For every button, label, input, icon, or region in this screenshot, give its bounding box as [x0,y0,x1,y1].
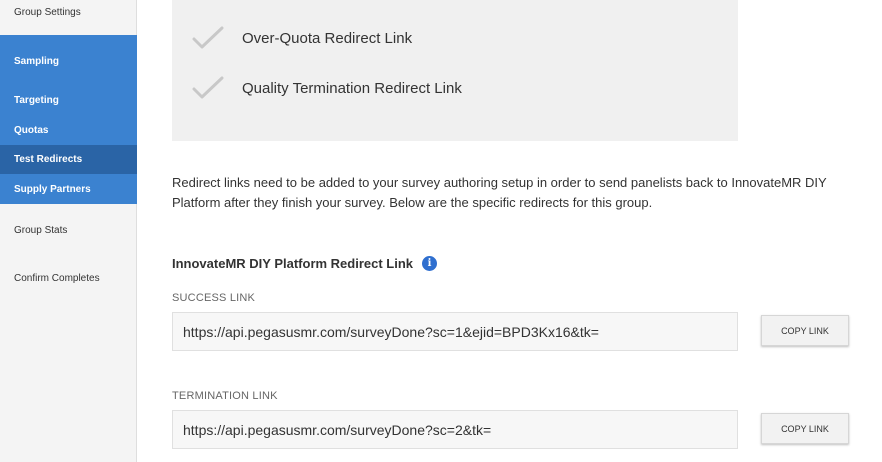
sidebar-item-label: Targeting [14,94,59,106]
sidebar-item-group-stats[interactable]: Group Stats [0,216,137,244]
checkmark-icon [192,76,224,99]
sidebar-item-quotas[interactable]: Quotas [0,116,137,144]
termination-link-label: TERMINATION LINK [172,390,278,402]
sidebar-item-label: Confirm Completes [14,272,100,284]
info-icon[interactable]: i [422,256,438,271]
redirect-description: Redirect links need to be added to your … [172,175,827,210]
termination-link-input[interactable] [172,410,738,449]
copy-termination-link-button[interactable]: COPY LINK [761,413,849,444]
sidebar: Group Settings Sampling Targeting Quotas… [0,0,137,462]
redirect-checklist: Over-Quota Redirect Link Quality Termina… [172,0,738,141]
copy-success-link-button[interactable]: COPY LINK [761,315,849,346]
checkmark-icon [192,26,224,49]
sidebar-item-label: Supply Partners [14,183,91,195]
sidebar-item-sampling[interactable]: Sampling [0,46,137,76]
sidebar-item-supply-partners[interactable]: Supply Partners [0,175,137,203]
success-link-input[interactable] [172,312,738,351]
checklist-item: Quality Termination Redirect Link [172,76,462,100]
checklist-item-label: Quality Termination Redirect Link [242,79,462,97]
sidebar-item-label: Group Settings [14,6,81,18]
sidebar-item-confirm-completes[interactable]: Confirm Completes [0,264,137,292]
success-link-label: SUCCESS LINK [172,292,256,304]
sidebar-item-label: Sampling [14,55,60,67]
checklist-item-label: Over-Quota Redirect Link [242,29,413,47]
section-title-text: InnovateMR DIY Platform Redirect Link [172,256,414,271]
sidebar-item-test-redirects[interactable]: Test Redirects [0,145,137,174]
sidebar-item-group-settings[interactable]: Group Settings [0,0,137,24]
sidebar-item-targeting[interactable]: Targeting [0,86,137,114]
sidebar-item-label: Group Stats [14,224,68,236]
checklist-item: Over-Quota Redirect Link [172,26,412,50]
sidebar-item-label: Test Redirects [14,154,83,165]
redirect-section-title: InnovateMR DIY Platform Redirect Link i [172,256,438,271]
sidebar-item-label: Quotas [14,124,49,136]
